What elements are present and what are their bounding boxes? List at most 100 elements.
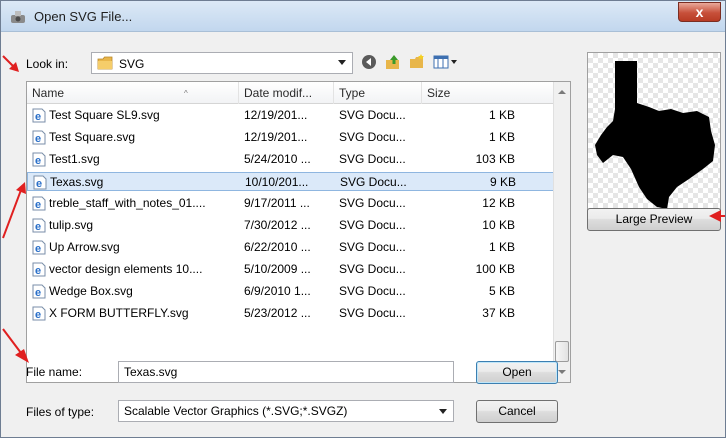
views-menu-icon bbox=[433, 55, 457, 69]
vertical-scrollbar[interactable] bbox=[553, 82, 570, 382]
svg-text:e: e bbox=[36, 178, 42, 190]
files-of-type-label: Files of type: bbox=[26, 405, 95, 419]
file-size: 5 KB bbox=[488, 284, 515, 298]
file-date: 5/24/2010 ... bbox=[244, 152, 311, 166]
file-size: 10 KB bbox=[482, 218, 515, 232]
file-size: 9 KB bbox=[489, 175, 516, 189]
file-date: 5/23/2012 ... bbox=[244, 306, 311, 320]
svg-text:e: e bbox=[35, 287, 41, 299]
look-in-value: SVG bbox=[119, 57, 145, 71]
svg-text:e: e bbox=[35, 155, 41, 167]
new-folder-icon bbox=[410, 54, 424, 68]
file-name-value: Texas.svg bbox=[124, 365, 178, 379]
window-title: Open SVG File... bbox=[34, 9, 133, 24]
file-name: vector design elements 10.... bbox=[49, 262, 203, 276]
column-header-type[interactable]: Type bbox=[334, 82, 422, 104]
svg-text:e: e bbox=[35, 111, 41, 123]
file-name: Texas.svg bbox=[50, 175, 104, 189]
file-type: SVG Docu... bbox=[339, 152, 406, 166]
file-name: Test Square.svg bbox=[49, 130, 136, 144]
file-type: SVG Docu... bbox=[339, 284, 406, 298]
file-name: Wedge Box.svg bbox=[49, 284, 133, 298]
file-name: Test Square SL9.svg bbox=[49, 108, 160, 122]
file-name: X FORM BUTTERFLY.svg bbox=[49, 306, 189, 320]
column-header-size[interactable]: Size bbox=[422, 82, 555, 104]
column-header-name[interactable]: Name ^ bbox=[27, 82, 239, 104]
files-of-type-select[interactable]: Scalable Vector Graphics (*.SVG;*.SVGZ) bbox=[118, 400, 454, 422]
close-button[interactable]: x bbox=[678, 2, 721, 22]
file-type: SVG Docu... bbox=[339, 196, 406, 210]
column-header-type-label: Type bbox=[339, 86, 366, 100]
file-row[interactable]: e Up Arrow.svg 6/22/2010 ... SVG Docu... 1 K… bbox=[27, 238, 555, 257]
file-row[interactable]: e Texas.svg 10/10/201... SVG Docu... 9 KB bbox=[27, 172, 555, 191]
file-size: 100 KB bbox=[475, 262, 515, 276]
file-row[interactable]: e Test1.svg 5/24/2010 ... SVG Docu... 103 KB bbox=[27, 150, 555, 169]
file-date: 7/30/2012 ... bbox=[244, 218, 311, 232]
views-menu-button[interactable] bbox=[431, 54, 461, 72]
svg-text:e: e bbox=[35, 265, 41, 277]
folder-icon bbox=[97, 56, 113, 70]
svg-document-icon: e bbox=[32, 196, 46, 211]
file-name-input[interactable]: Texas.svg bbox=[118, 361, 454, 383]
file-size: 103 KB bbox=[475, 152, 515, 166]
file-row[interactable]: e vector design elements 10.... 5/10/2009 … bbox=[27, 260, 555, 279]
svg-document-icon: e bbox=[32, 130, 46, 145]
look-in-dropdown[interactable]: SVG bbox=[91, 52, 353, 74]
file-list[interactable]: Name ^ Date modif... Type Size e Test Squ… bbox=[26, 81, 571, 383]
svg-text:e: e bbox=[35, 309, 41, 321]
large-preview-label: Large Preview bbox=[615, 212, 693, 226]
back-arrow-icon bbox=[362, 55, 376, 69]
svg-text:e: e bbox=[35, 221, 41, 233]
file-type: SVG Docu... bbox=[339, 240, 406, 254]
texas-preview-image bbox=[595, 61, 715, 209]
file-row[interactable]: e Test Square SL9.svg 12/19/201... SVG Docu… bbox=[27, 106, 555, 125]
scroll-down-icon[interactable] bbox=[558, 370, 566, 374]
file-name-label: File name: bbox=[26, 365, 83, 379]
chevron-down-icon[interactable] bbox=[439, 409, 447, 414]
chevron-down-icon[interactable] bbox=[338, 60, 346, 65]
file-type: SVG Docu... bbox=[339, 306, 406, 320]
new-folder-button[interactable] bbox=[407, 54, 427, 72]
file-row[interactable]: e Wedge Box.svg 6/9/2010 1... SVG Docu... 5 … bbox=[27, 282, 555, 301]
svg-document-icon: e bbox=[33, 175, 47, 190]
file-date: 6/9/2010 1... bbox=[244, 284, 311, 298]
dialog-body: Look in: SVG Name ^ Date modif... Type S… bbox=[9, 32, 721, 429]
file-row[interactable]: e Test Square.svg 12/19/201... SVG Docu... 1… bbox=[27, 128, 555, 147]
file-size: 1 KB bbox=[488, 130, 515, 144]
scroll-thumb[interactable] bbox=[555, 341, 569, 362]
svg-text:e: e bbox=[35, 133, 41, 145]
scroll-up-icon[interactable] bbox=[558, 90, 566, 94]
file-size: 1 KB bbox=[488, 240, 515, 254]
back-button[interactable] bbox=[359, 54, 379, 72]
annotation-arrow-preview bbox=[709, 210, 725, 222]
column-header-date[interactable]: Date modif... bbox=[239, 82, 334, 104]
column-header-name-label: Name bbox=[32, 86, 65, 100]
file-date: 12/19/201... bbox=[244, 130, 308, 144]
file-list-header: Name ^ Date modif... Type Size bbox=[27, 82, 555, 104]
large-preview-button[interactable]: Large Preview bbox=[587, 208, 721, 231]
sort-ascending-icon: ^ bbox=[184, 89, 188, 98]
file-type: SVG Docu... bbox=[339, 130, 406, 144]
file-row[interactable]: e X FORM BUTTERFLY.svg 5/23/2012 ... SVG Do… bbox=[27, 304, 555, 323]
open-button[interactable]: Open bbox=[476, 361, 558, 384]
file-row[interactable]: e treble_staff_with_notes_01.... 9/17/2011… bbox=[27, 194, 555, 213]
files-of-type-value: Scalable Vector Graphics (*.SVG;*.SVGZ) bbox=[124, 404, 348, 418]
open-button-label: Open bbox=[502, 365, 532, 379]
cancel-button[interactable]: Cancel bbox=[476, 400, 558, 423]
file-name: Up Arrow.svg bbox=[49, 240, 120, 254]
up-folder-icon bbox=[386, 55, 399, 69]
file-name: tulip.svg bbox=[49, 218, 94, 232]
cancel-button-label: Cancel bbox=[498, 404, 536, 418]
file-date: 6/22/2010 ... bbox=[244, 240, 311, 254]
file-size: 37 KB bbox=[482, 306, 515, 320]
file-type: SVG Docu... bbox=[339, 218, 406, 232]
app-icon bbox=[11, 11, 25, 23]
up-folder-button[interactable] bbox=[383, 54, 403, 72]
annotation-arrow-lookin bbox=[2, 55, 19, 72]
file-name: Test1.svg bbox=[49, 152, 100, 166]
preview-pane bbox=[587, 52, 721, 217]
file-date: 10/10/201... bbox=[245, 175, 309, 189]
file-row[interactable]: e tulip.svg 7/30/2012 ... SVG Docu... 10 KB bbox=[27, 216, 555, 235]
column-header-size-label: Size bbox=[427, 86, 451, 100]
file-type: SVG Docu... bbox=[340, 175, 407, 189]
